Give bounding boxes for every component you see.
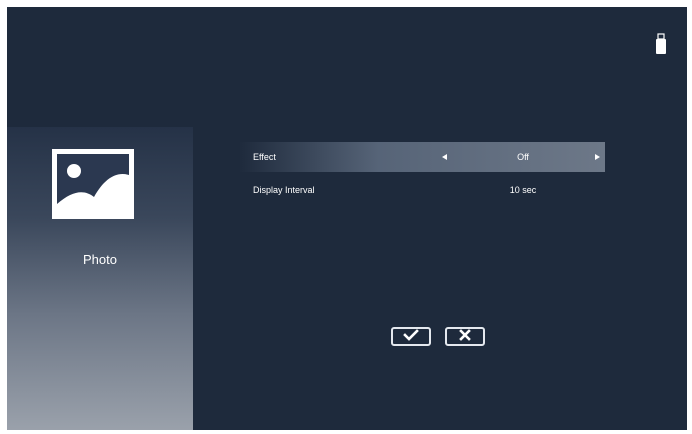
usb-drive-icon [655,33,667,55]
display-interval-label: Display Interval [253,185,315,195]
sidebar: Photo [7,127,193,430]
arrow-right-icon[interactable] [595,154,600,160]
display-interval-setting-row[interactable]: Display Interval 10 sec [239,175,605,205]
display-interval-value: 10 sec [509,185,537,195]
effect-setting-row[interactable]: Effect Off [239,142,605,172]
checkmark-icon [403,328,419,346]
photo-icon [52,149,134,219]
close-icon [459,328,471,346]
projector-menu-screen: Photo Effect Off Display Interval 10 sec [7,7,687,430]
confirm-button[interactable] [391,327,431,346]
effect-label: Effect [253,152,276,162]
sidebar-label: Photo [83,252,117,267]
effect-value: Off [517,152,529,162]
arrow-left-icon[interactable] [442,154,447,160]
cancel-button[interactable] [445,327,485,346]
